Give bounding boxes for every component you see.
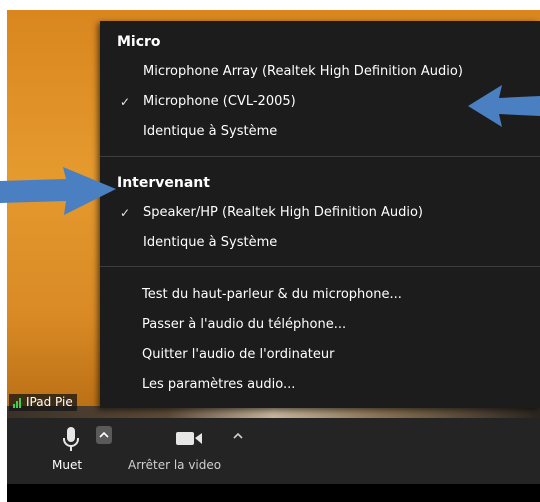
switch-to-phone-audio-command[interactable]: Passer à l'audio du téléphone... xyxy=(100,313,540,337)
menu-item-label: Test du haut-parleur & du microphone... xyxy=(142,287,402,302)
menu-item-label: Microphone Array (Realtek High Definitio… xyxy=(143,64,463,79)
menu-item-label: Speaker/HP (Realtek High Definition Audi… xyxy=(143,205,423,220)
audio-settings-command[interactable]: Les paramètres audio... xyxy=(100,373,540,397)
stop-video-label: Arrêter la video xyxy=(128,458,222,472)
microphone-section-header: Micro xyxy=(117,34,161,50)
chevron-up-icon xyxy=(233,432,243,439)
check-icon: ✓ xyxy=(120,206,131,220)
annotation-arrow-left-icon xyxy=(468,85,540,127)
speaker-option-realtek[interactable]: ✓ Speaker/HP (Realtek High Definition Au… xyxy=(100,201,540,225)
menu-item-label: Passer à l'audio du téléphone... xyxy=(142,317,347,332)
audio-options-menu: Micro Microphone Array (Realtek High Def… xyxy=(100,21,540,408)
audio-options-chevron-button[interactable] xyxy=(96,426,112,444)
zoom-meeting-window: IPad Pie Micro Microphone Array (Realtek… xyxy=(0,0,540,502)
menu-divider xyxy=(100,156,540,157)
meeting-toolbar: Muet Arrêter la video xyxy=(7,418,540,484)
menu-item-label: Identique à Système xyxy=(143,124,278,139)
annotation-arrow-right-icon xyxy=(0,167,116,215)
check-icon: ✓ xyxy=(120,95,131,109)
menu-divider xyxy=(100,266,540,267)
window-bottom-edge xyxy=(7,484,540,502)
mute-label: Muet xyxy=(52,458,83,472)
signal-bars-icon xyxy=(13,397,21,408)
mute-button[interactable] xyxy=(50,422,90,456)
microphone-icon xyxy=(63,427,79,451)
menu-item-label: Quitter l'audio de l'ordinateur xyxy=(142,347,335,362)
speaker-option-same-as-system[interactable]: Identique à Système xyxy=(100,231,540,255)
leave-computer-audio-command[interactable]: Quitter l'audio de l'ordinateur xyxy=(100,343,540,367)
video-options-chevron-button[interactable] xyxy=(231,429,245,443)
menu-item-label: Les paramètres audio... xyxy=(142,377,296,392)
menu-item-label: Identique à Système xyxy=(143,235,278,250)
participant-name-tag: IPad Pie xyxy=(9,394,77,411)
menu-item-label: Microphone (CVL-2005) xyxy=(143,94,296,109)
chevron-up-icon xyxy=(99,431,109,438)
participant-name: IPad Pie xyxy=(26,395,73,409)
stop-video-button[interactable] xyxy=(169,424,209,454)
video-camera-icon xyxy=(176,432,202,445)
test-speaker-mic-command[interactable]: Test du haut-parleur & du microphone... xyxy=(100,283,540,307)
mic-option-microphone-array[interactable]: Microphone Array (Realtek High Definitio… xyxy=(100,60,540,84)
speaker-section-header: Intervenant xyxy=(117,175,210,191)
